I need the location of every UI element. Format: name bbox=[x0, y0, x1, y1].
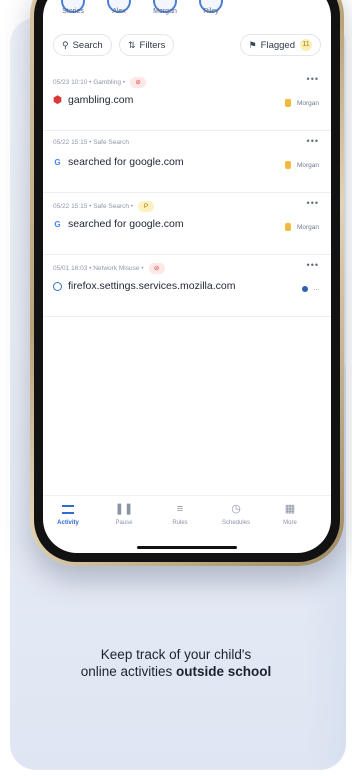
filters-button[interactable]: ⇅ Filters bbox=[119, 34, 175, 56]
activity-user: Morgan bbox=[284, 99, 319, 107]
activity-user: Morgan bbox=[284, 161, 319, 169]
tab-label: Pause bbox=[115, 520, 133, 526]
activity-meta: 05/22 15:15 • Safe Search bbox=[53, 139, 129, 146]
tab-label: Schedules bbox=[221, 520, 251, 526]
activity-user-name: Morgan bbox=[296, 99, 319, 107]
tab-rules[interactable]: ≡ Rules bbox=[155, 502, 205, 526]
story-label: Stories bbox=[62, 8, 84, 15]
activity-site: ⬢ gambling.com bbox=[53, 94, 133, 106]
pause-icon: ❚❚ bbox=[114, 503, 134, 515]
caption-line-2: online activities outside school bbox=[0, 663, 352, 680]
rules-icon: ≡ bbox=[176, 503, 184, 515]
activity-item[interactable]: 05/23 10:10 • Gambling • ⊘ ••• ⬢ gamblin… bbox=[43, 69, 331, 131]
caption-highlight: outside school bbox=[176, 664, 272, 679]
tab-label: Activity bbox=[57, 520, 79, 526]
google-icon: G bbox=[54, 157, 61, 167]
phone-screen: Stories Alex Morgan Riley ⚲ Search ⇅ Fil… bbox=[43, 0, 331, 553]
device-icon bbox=[284, 223, 291, 231]
activity-meta: 05/22 15:15 • Safe Search • P bbox=[53, 201, 155, 212]
google-icon: G bbox=[54, 219, 61, 229]
caption-line-1: Keep track of your child's bbox=[100, 647, 252, 662]
activity-meta-text: 05/22 15:15 • Safe Search bbox=[53, 139, 129, 146]
phone-bezel: Stories Alex Morgan Riley ⚲ Search ⇅ Fil… bbox=[34, 0, 340, 562]
tab-pause[interactable]: ❚❚ Pause bbox=[99, 502, 149, 526]
tab-schedules[interactable]: ◷ Schedules bbox=[211, 502, 261, 526]
blocked-tag: ⊘ bbox=[130, 77, 147, 88]
tab-label: More bbox=[283, 520, 297, 526]
tab-label: Rules bbox=[172, 520, 188, 526]
flagged-button[interactable]: ⚑ Flagged 11 bbox=[239, 34, 321, 56]
clock-icon: ◷ bbox=[231, 503, 241, 515]
gambling-icon: ⬢ bbox=[53, 94, 62, 106]
caption-line-2-text: online activities bbox=[80, 664, 177, 679]
activity-user-name: ... bbox=[313, 285, 319, 292]
paused-tag: P bbox=[138, 201, 155, 212]
story-label: Riley bbox=[203, 8, 219, 15]
activity-item[interactable]: 05/01 16:03 • Network Misuse • ⊘ ••• fir… bbox=[43, 255, 331, 317]
activity-meta-text: 05/01 16:03 • Network Misuse • bbox=[53, 265, 144, 272]
activity-user: Morgan bbox=[284, 223, 319, 231]
activity-item[interactable]: 05/22 15:15 • Safe Search • P ••• G sear… bbox=[43, 193, 331, 255]
story-label: Morgan bbox=[153, 8, 177, 15]
filter-bar: ⚲ Search ⇅ Filters ⚑ Flagged 11 bbox=[53, 34, 321, 56]
filters-label: Filters bbox=[139, 39, 166, 51]
flagged-label: Flagged bbox=[260, 39, 295, 51]
activity-site-text: firefox.settings.services.mozilla.com bbox=[68, 280, 236, 292]
tab-more[interactable]: ▦ More bbox=[265, 502, 315, 526]
bottom-tab-bar: Activity ❚❚ Pause ≡ Rules ◷ Schedules ▦ … bbox=[43, 495, 331, 539]
more-options-icon[interactable]: ••• bbox=[307, 198, 319, 208]
activity-user-name: Morgan bbox=[296, 161, 319, 169]
device-icon bbox=[284, 161, 291, 169]
filters-icon: ⇅ bbox=[128, 39, 136, 50]
activity-site-text: gambling.com bbox=[68, 94, 134, 106]
activity-meta-text: 05/23 10:10 • Gambling • bbox=[53, 79, 126, 86]
activity-meta: 05/01 16:03 • Network Misuse • ⊘ bbox=[53, 263, 165, 274]
search-icon: ⚲ bbox=[62, 39, 69, 50]
stories-row: Stories Alex Morgan Riley bbox=[43, 0, 331, 27]
activity-icon bbox=[43, 502, 93, 516]
promo-caption: Keep track of your child's online activi… bbox=[0, 646, 352, 680]
activity-site: G searched for google.com bbox=[53, 218, 184, 230]
activity-site-text: searched for google.com bbox=[68, 156, 184, 168]
device-icon bbox=[284, 99, 291, 107]
search-button[interactable]: ⚲ Search bbox=[53, 34, 112, 56]
more-options-icon[interactable]: ••• bbox=[307, 74, 319, 84]
activity-site-text: searched for google.com bbox=[68, 218, 184, 230]
more-options-icon[interactable]: ••• bbox=[307, 260, 319, 270]
activity-site: firefox.settings.services.mozilla.com bbox=[53, 280, 235, 292]
flag-icon: ⚑ bbox=[248, 39, 257, 50]
blocked-tag: ⊘ bbox=[148, 263, 165, 274]
search-label: Search bbox=[72, 39, 103, 51]
story-label: Alex bbox=[112, 8, 126, 15]
activity-site: G searched for google.com bbox=[53, 156, 184, 168]
tab-activity[interactable]: Activity bbox=[43, 502, 93, 526]
device-dot-icon bbox=[301, 285, 308, 292]
home-indicator bbox=[137, 546, 237, 549]
network-icon bbox=[53, 281, 62, 291]
more-options-icon[interactable]: ••• bbox=[307, 136, 319, 146]
phone-frame: Stories Alex Morgan Riley ⚲ Search ⇅ Fil… bbox=[30, 0, 344, 566]
activity-user-name: Morgan bbox=[296, 223, 319, 231]
flagged-count-badge: 11 bbox=[300, 39, 312, 51]
activity-user: ... bbox=[301, 285, 319, 292]
activity-item[interactable]: 05/22 15:15 • Safe Search ••• G searched… bbox=[43, 131, 331, 193]
activity-meta-text: 05/22 15:15 • Safe Search • bbox=[53, 203, 134, 210]
activity-meta: 05/23 10:10 • Gambling • ⊘ bbox=[53, 77, 147, 88]
grid-icon: ▦ bbox=[284, 503, 296, 515]
